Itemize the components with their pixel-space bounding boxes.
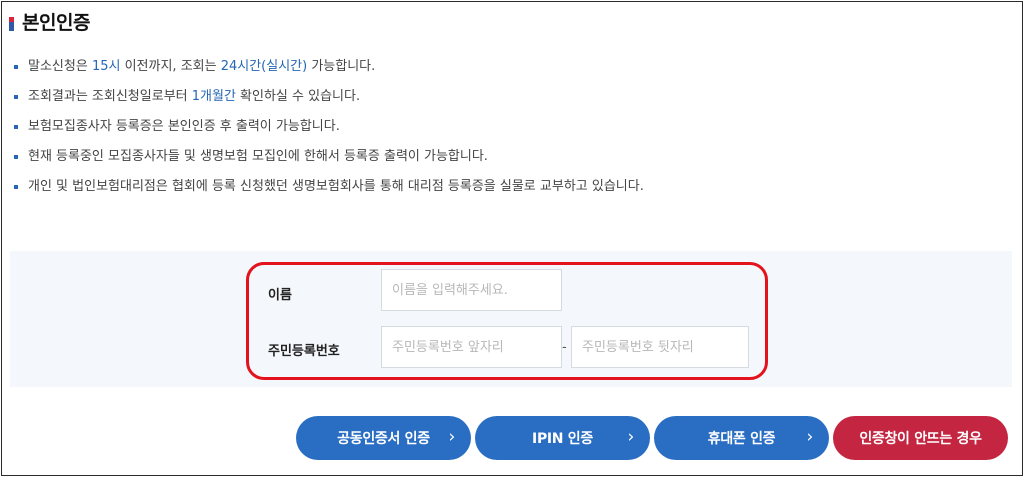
bullet-icon	[14, 185, 18, 189]
phone-auth-label: 휴대폰 인증	[707, 431, 776, 447]
notice-text: 개인 및 법인보험대리점은 협회에 등록 신청했던 생명보험회사를 통해 대리점…	[28, 179, 644, 194]
notice-text: 보험모집종사자 등록증은 본인인증 후 출력이 가능합니다.	[28, 119, 340, 134]
chevron-right-icon: ›	[448, 427, 456, 447]
bullet-icon	[14, 65, 18, 69]
notice-text: 조회결과는 조회신청일로부터 1개월간 확인하실 수 있습니다.	[28, 89, 361, 104]
auth-help-label: 인증창이 안뜨는 경우	[859, 431, 982, 447]
notice-item: 현재 등록중인 모집종사자들 및 생명보험 모집인에 한해서 등록증 출력이 가…	[14, 146, 994, 176]
bullet-icon	[14, 95, 18, 99]
rrn-label: 주민등록번호	[268, 344, 340, 359]
rrn-front-input[interactable]	[381, 326, 562, 368]
chevron-right-icon: ›	[627, 427, 635, 447]
rrn-back-input[interactable]	[571, 326, 749, 368]
auth-help-button[interactable]: 인증창이 안뜨는 경우	[833, 416, 1008, 460]
bullet-icon	[14, 155, 18, 159]
notice-list: 말소신청은 15시 이전까지, 조회는 24시간(실시간) 가능합니다. 조회결…	[14, 56, 994, 206]
bullet-icon	[14, 125, 18, 129]
title-marker-icon	[9, 17, 14, 31]
highlight-deadline: 15시	[91, 59, 121, 74]
notice-text: 현재 등록중인 모집종사자들 및 생명보험 모집인에 한해서 등록증 출력이 가…	[28, 149, 488, 164]
notice-item: 보험모집종사자 등록증은 본인인증 후 출력이 가능합니다.	[14, 116, 994, 146]
notice-item: 개인 및 법인보험대리점은 협회에 등록 신청했던 생명보험회사를 통해 대리점…	[14, 176, 994, 206]
highlight-period: 1개월간	[191, 89, 236, 104]
cert-auth-button[interactable]: 공동인증서 인증 ›	[296, 416, 471, 460]
notice-item: 말소신청은 15시 이전까지, 조회는 24시간(실시간) 가능합니다.	[14, 56, 994, 86]
notice-item: 조회결과는 조회신청일로부터 1개월간 확인하실 수 있습니다.	[14, 86, 994, 116]
phone-auth-button[interactable]: 휴대폰 인증 ›	[654, 416, 829, 460]
name-input[interactable]	[381, 269, 562, 311]
page-header: 본인인증	[9, 9, 90, 34]
ipin-auth-label: IPIN 인증	[532, 431, 593, 447]
cert-auth-label: 공동인증서 인증	[337, 431, 430, 447]
name-label: 이름	[268, 288, 292, 303]
highlight-hours: 24시간(실시간)	[220, 59, 308, 74]
chevron-right-icon: ›	[806, 427, 814, 447]
rrn-separator: -	[562, 340, 567, 355]
page-title: 본인인증	[22, 11, 90, 34]
ipin-auth-button[interactable]: IPIN 인증 ›	[475, 416, 650, 460]
notice-text: 말소신청은 15시 이전까지, 조회는 24시간(실시간) 가능합니다.	[28, 59, 376, 74]
